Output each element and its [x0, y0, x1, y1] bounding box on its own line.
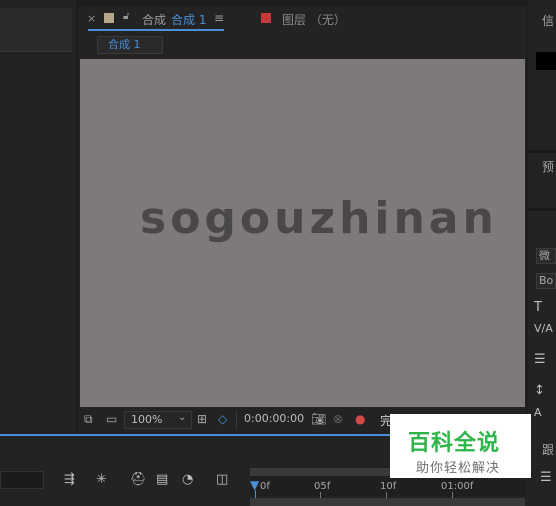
comp-flowchart-icon[interactable]: ⇶ — [64, 472, 75, 487]
info-color-preview — [536, 52, 556, 70]
ruler-label: 0f — [260, 481, 270, 492]
tracker-panel-label[interactable]: 跟 — [542, 441, 554, 458]
camera-snapshot-icon[interactable]: 📷︎ — [311, 412, 326, 426]
graph-editor-icon[interactable]: ◫ — [216, 472, 228, 487]
baseline-shift-icon[interactable]: A — [534, 406, 542, 419]
active-tab-indicator — [88, 29, 224, 31]
leading-icon[interactable]: ↕ — [534, 383, 545, 398]
show-snapshot-icon[interactable]: ⊗ — [333, 412, 343, 426]
project-panel — [0, 0, 76, 434]
safe-zones-icon[interactable]: ⊞ — [197, 412, 207, 426]
preview-panel-label[interactable]: 预 — [542, 158, 554, 175]
lock-icon[interactable]: 🔓︎ — [123, 11, 129, 22]
display-icon[interactable]: ▭ — [106, 412, 117, 426]
font-family-field[interactable]: 微 — [536, 248, 556, 264]
layer-color-swatch — [261, 13, 271, 23]
panel-divider — [528, 208, 556, 211]
shy-layers-icon[interactable]: ⛑ — [130, 472, 147, 487]
watermark-title: 百科全说 — [408, 431, 501, 456]
project-panel-header — [0, 8, 72, 52]
always-preview-icon[interactable]: ⧉ — [84, 412, 93, 427]
panel-menu-icon[interactable]: ≡ — [214, 11, 224, 25]
chevron-down-icon: ⌄ — [178, 412, 187, 423]
font-size-icon[interactable]: T — [534, 300, 542, 315]
frame-blending-icon[interactable]: ▤ — [156, 472, 168, 487]
mask-visibility-icon[interactable]: ◇ — [218, 412, 227, 426]
draft-3d-icon[interactable]: ✳ — [96, 472, 107, 487]
watermark-subtitle: 助你轻松解决 — [416, 461, 501, 476]
viewer-text-layer: sogouzhinan — [140, 193, 498, 244]
panel-divider — [528, 150, 556, 153]
tab-close-icon[interactable]: × — [87, 12, 96, 25]
tab-layer[interactable]: 图层 （无） — [282, 11, 346, 28]
color-channels-icon[interactable]: ● — [355, 412, 365, 426]
composition-flow-button[interactable]: 合成 1 — [97, 36, 163, 54]
info-panel-label[interactable]: 信 — [542, 12, 554, 29]
list-menu-icon[interactable]: ☰ — [540, 470, 552, 485]
font-style-field[interactable]: Bo — [536, 273, 556, 289]
ruler-label: 05f — [314, 481, 331, 492]
timeline-scrollbar[interactable] — [250, 498, 525, 506]
tab-composition-name[interactable]: 合成 1 — [171, 11, 206, 28]
ruler-label: 01:00f — [441, 481, 474, 492]
composition-color-swatch[interactable] — [104, 13, 114, 23]
tab-composition-prefix[interactable]: 合成 — [142, 11, 166, 28]
layer-search-input[interactable] — [0, 471, 44, 489]
toolbar-divider — [236, 411, 237, 429]
current-time-display[interactable]: 0:00:00:00 — [238, 411, 304, 429]
ruler-label: 10f — [380, 481, 397, 492]
motion-blur-icon[interactable]: ◔ — [182, 472, 193, 487]
kerning-icon[interactable]: V/A — [534, 322, 553, 335]
align-lines-icon[interactable]: ☰ — [534, 352, 546, 367]
